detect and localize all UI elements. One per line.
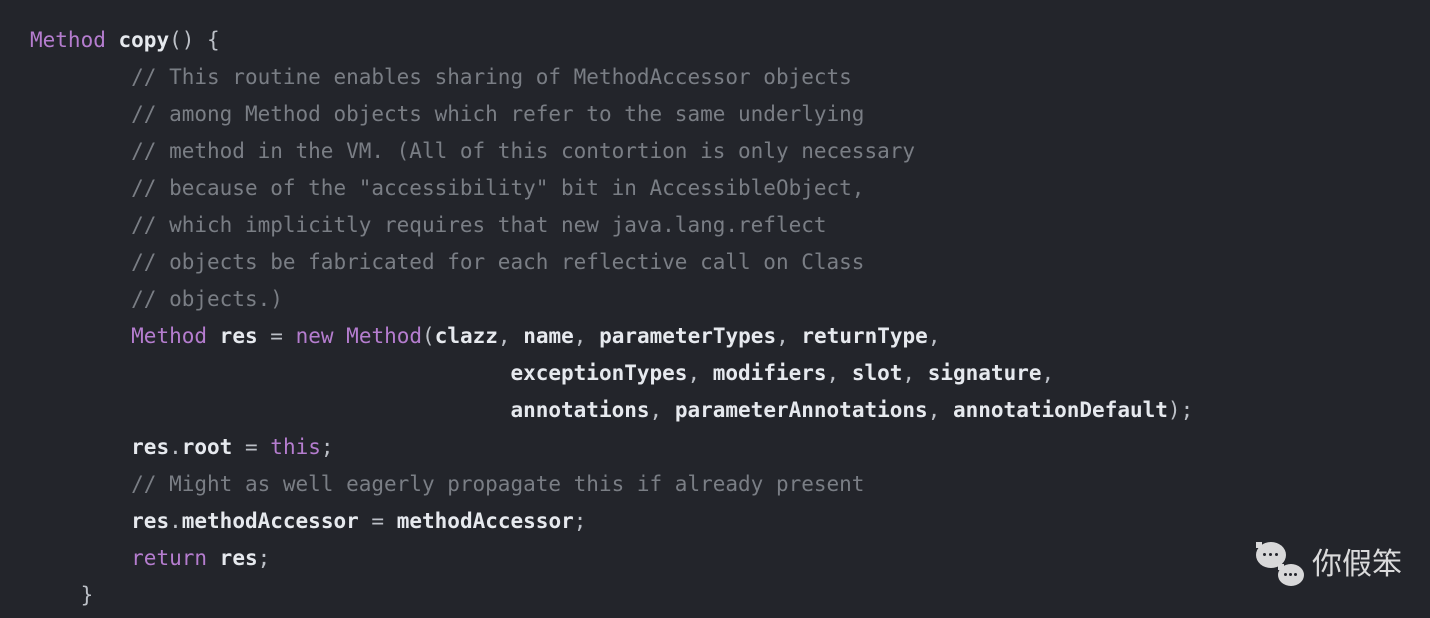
code-token: ; xyxy=(574,509,587,533)
code-token: modifiers xyxy=(713,361,827,385)
code-token xyxy=(435,361,511,385)
code-token: , xyxy=(498,324,523,348)
code-token: // method in the VM. (All of this contor… xyxy=(131,139,915,163)
code-token: ); xyxy=(1168,398,1193,422)
code-token: new xyxy=(296,324,334,348)
code-token: root xyxy=(182,435,233,459)
code-token: . xyxy=(169,509,182,533)
watermark: 你假笨 xyxy=(1256,542,1402,586)
code-token: this xyxy=(270,435,321,459)
code-token: annotations xyxy=(510,398,649,422)
code-line: } xyxy=(30,577,1430,614)
code-line: // method in the VM. (All of this contor… xyxy=(30,133,1430,170)
code-token xyxy=(258,435,271,459)
code-token xyxy=(384,509,397,533)
code-token xyxy=(258,324,271,348)
code-token: , xyxy=(650,398,675,422)
code-line: Method res = new Method(clazz, name, par… xyxy=(30,318,1430,355)
code-line: // because of the "accessibility" bit in… xyxy=(30,170,1430,207)
code-token: exceptionTypes xyxy=(510,361,687,385)
code-token xyxy=(106,28,119,52)
code-token: ; xyxy=(321,435,334,459)
code-token: , xyxy=(776,324,801,348)
wechat-icon xyxy=(1256,542,1304,586)
code-line: Method copy() { xyxy=(30,22,1430,59)
code-token xyxy=(207,546,220,570)
code-token: annotationDefault xyxy=(953,398,1168,422)
code-line: // objects.) xyxy=(30,281,1430,318)
code-token: = xyxy=(371,509,384,533)
code-token: ( xyxy=(422,324,435,348)
code-block: Method copy() { // This routine enables … xyxy=(30,22,1430,614)
code-token: // because of the "accessibility" bit in… xyxy=(131,176,864,200)
code-line: res.root = this; xyxy=(30,429,1430,466)
code-token xyxy=(194,28,207,52)
code-token: slot xyxy=(852,361,903,385)
code-token: return xyxy=(131,546,207,570)
code-token: // objects.) xyxy=(131,287,283,311)
code-token xyxy=(334,324,347,348)
watermark-text: 你假笨 xyxy=(1312,546,1402,583)
code-line: return res; xyxy=(30,540,1430,577)
code-token xyxy=(435,398,511,422)
code-token xyxy=(207,324,220,348)
code-token: res xyxy=(131,509,169,533)
code-token: parameterAnnotations xyxy=(675,398,928,422)
code-token: Method xyxy=(30,28,106,52)
code-token: } xyxy=(81,583,94,607)
code-token: parameterTypes xyxy=(599,324,776,348)
code-token xyxy=(359,509,372,533)
code-line: // which implicitly requires that new ja… xyxy=(30,207,1430,244)
code-token: // objects be fabricated for each reflec… xyxy=(131,250,864,274)
code-token: // Might as well eagerly propagate this … xyxy=(131,472,864,496)
code-token: , xyxy=(902,361,927,385)
code-token: // among Method objects which refer to t… xyxy=(131,102,864,126)
code-token: , xyxy=(928,324,941,348)
code-token: = xyxy=(245,435,258,459)
code-token: res xyxy=(131,435,169,459)
code-token: res xyxy=(220,546,258,570)
code-token: signature xyxy=(928,361,1042,385)
code-token xyxy=(232,435,245,459)
code-token: , xyxy=(827,361,852,385)
code-line: res.methodAccessor = methodAccessor; xyxy=(30,503,1430,540)
code-token: , xyxy=(1042,361,1055,385)
code-token: copy xyxy=(119,28,170,52)
code-token: , xyxy=(687,361,712,385)
code-line: annotations, parameterAnnotations, annot… xyxy=(30,392,1430,429)
code-line: // among Method objects which refer to t… xyxy=(30,96,1430,133)
code-token: Method xyxy=(131,324,207,348)
code-token xyxy=(283,324,296,348)
code-token: , xyxy=(928,398,953,422)
code-token: = xyxy=(270,324,283,348)
code-token: ; xyxy=(258,546,271,570)
code-token: methodAccessor xyxy=(397,509,574,533)
code-line: // Might as well eagerly propagate this … xyxy=(30,466,1430,503)
code-line: exceptionTypes, modifiers, slot, signatu… xyxy=(30,355,1430,392)
code-token: . xyxy=(169,435,182,459)
code-token: Method xyxy=(346,324,422,348)
code-token: returnType xyxy=(801,324,927,348)
code-token: name xyxy=(523,324,574,348)
code-token: , xyxy=(574,324,599,348)
code-token: // This routine enables sharing of Metho… xyxy=(131,65,852,89)
code-token: clazz xyxy=(435,324,498,348)
code-token: () xyxy=(169,28,194,52)
code-token: methodAccessor xyxy=(182,509,359,533)
code-line: // objects be fabricated for each reflec… xyxy=(30,244,1430,281)
code-token: // which implicitly requires that new ja… xyxy=(131,213,826,237)
code-token: res xyxy=(220,324,258,348)
code-token: { xyxy=(207,28,220,52)
code-line: // This routine enables sharing of Metho… xyxy=(30,59,1430,96)
